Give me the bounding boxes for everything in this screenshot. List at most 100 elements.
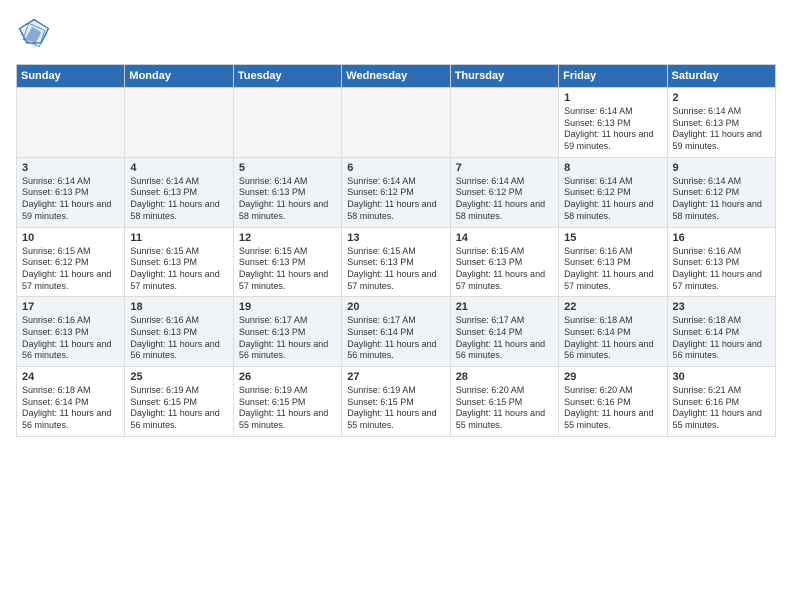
calendar-week-3: 10 Sunrise: 6:15 AM Sunset: 6:12 PM Dayli… [17,227,776,297]
day-number: 22 [564,301,661,313]
calendar-cell [233,88,341,158]
day-number: 19 [239,301,336,313]
day-info: Sunrise: 6:16 AM Sunset: 6:13 PM Dayligh… [564,246,661,293]
day-number: 4 [130,162,227,174]
day-info: Sunrise: 6:19 AM Sunset: 6:15 PM Dayligh… [130,385,227,432]
day-number: 17 [22,301,119,313]
day-info: Sunrise: 6:14 AM Sunset: 6:13 PM Dayligh… [130,176,227,223]
day-info: Sunrise: 6:18 AM Sunset: 6:14 PM Dayligh… [564,315,661,362]
calendar-cell: 4 Sunrise: 6:14 AM Sunset: 6:13 PM Daylig… [125,157,233,227]
calendar-cell: 9 Sunrise: 6:14 AM Sunset: 6:12 PM Daylig… [667,157,775,227]
calendar-cell: 6Sunrise: 6:14 AM Sunset: 6:12 PM Daylig… [342,157,450,227]
calendar-cell: 18 Sunrise: 6:16 AM Sunset: 6:13 PM Dayli… [125,297,233,367]
calendar-cell: 17Sunrise: 6:16 AM Sunset: 6:13 PM Dayli… [17,297,125,367]
day-info: Sunrise: 6:15 AM Sunset: 6:13 PM Dayligh… [456,246,553,293]
calendar-cell [342,88,450,158]
calendar-cell: 29Sunrise: 6:20 AM Sunset: 6:16 PM Dayli… [559,367,667,437]
calendar-cell: 21 Sunrise: 6:17 AM Sunset: 6:14 PM Dayli… [450,297,558,367]
calendar-week-2: 3 Sunrise: 6:14 AM Sunset: 6:13 PM Daylig… [17,157,776,227]
calendar-cell: 28 Sunrise: 6:20 AM Sunset: 6:15 PM Dayli… [450,367,558,437]
day-info: Sunrise: 6:16 AM Sunset: 6:13 PM Dayligh… [130,315,227,362]
calendar-cell: 15 Sunrise: 6:16 AM Sunset: 6:13 PM Dayli… [559,227,667,297]
day-number: 10 [22,232,119,244]
calendar-week-1: 1 Sunrise: 6:14 AM Sunset: 6:13 PM Daylig… [17,88,776,158]
day-info: Sunrise: 6:18 AM Sunset: 6:14 PM Dayligh… [673,315,770,362]
day-number: 24 [22,371,119,383]
calendar-week-4: 17 Sunrise: 6:16 AM Sunset: 6:13 PM Dayli… [17,297,776,367]
day-info: Sunrise: 6:16 AM Sunset: 6:13 PM Dayligh… [673,246,770,293]
day-info: Sunrise: 6:14 AM Sunset: 6:12 PM Dayligh… [564,176,661,223]
logo [16,16,56,52]
calendar-cell: 7 Sunrise: 6:14 AM Sunset: 6:12 PM Daylig… [450,157,558,227]
day-number: 30 [673,371,770,383]
day-number: 5 [239,162,336,174]
day-number: 9 [673,162,770,174]
weekday-header-thursday: Thursday [450,65,558,88]
calendar-cell [17,88,125,158]
day-info: Sunrise: 6:19 AM Sunset: 6:15 PM Dayligh… [347,385,444,432]
day-info: Sunrise: 6:14 AM Sunset: 6:12 PM Dayligh… [673,176,770,223]
calendar-cell: 12 Sunrise: 6:15 AM Sunset: 6:13 PM Dayli… [233,227,341,297]
calendar-cell: 23 Sunrise: 6:18 AM Sunset: 6:14 PM Dayli… [667,297,775,367]
calendar-cell: 8Sunrise: 6:14 AM Sunset: 6:12 PM Daylig… [559,157,667,227]
calendar-cell: 1 Sunrise: 6:14 AM Sunset: 6:13 PM Daylig… [559,88,667,158]
day-number: 23 [673,301,770,313]
day-number: 13 [347,232,444,244]
calendar-table: SundayMondayTuesdayWednesdayThursdayFrid… [16,64,776,437]
page-header [16,16,776,52]
calendar-cell: 11 Sunrise: 6:15 AM Sunset: 6:13 PM Dayli… [125,227,233,297]
day-info: Sunrise: 6:19 AM Sunset: 6:15 PM Dayligh… [239,385,336,432]
day-info: Sunrise: 6:14 AM Sunset: 6:12 PM Dayligh… [347,176,444,223]
calendar-cell: 5 Sunrise: 6:14 AM Sunset: 6:13 PM Daylig… [233,157,341,227]
day-info: Sunrise: 6:15 AM Sunset: 6:13 PM Dayligh… [239,246,336,293]
day-number: 7 [456,162,553,174]
calendar-cell: 2 Sunrise: 6:14 AM Sunset: 6:13 PM Daylig… [667,88,775,158]
day-number: 28 [456,371,553,383]
calendar-cell: 27 Sunrise: 6:19 AM Sunset: 6:15 PM Dayli… [342,367,450,437]
day-info: Sunrise: 6:17 AM Sunset: 6:14 PM Dayligh… [347,315,444,362]
calendar-cell: 22 Sunrise: 6:18 AM Sunset: 6:14 PM Dayli… [559,297,667,367]
day-info: Sunrise: 6:18 AM Sunset: 6:14 PM Dayligh… [22,385,119,432]
day-info: Sunrise: 6:20 AM Sunset: 6:15 PM Dayligh… [456,385,553,432]
day-number: 2 [673,92,770,104]
calendar-cell: 10 Sunrise: 6:15 AM Sunset: 6:12 PM Dayli… [17,227,125,297]
day-number: 12 [239,232,336,244]
day-info: Sunrise: 6:14 AM Sunset: 6:13 PM Dayligh… [564,106,661,153]
weekday-header-saturday: Saturday [667,65,775,88]
day-info: Sunrise: 6:15 AM Sunset: 6:12 PM Dayligh… [22,246,119,293]
weekday-header-sunday: Sunday [17,65,125,88]
day-number: 25 [130,371,227,383]
calendar-cell: 20Sunrise: 6:17 AM Sunset: 6:14 PM Dayli… [342,297,450,367]
day-number: 21 [456,301,553,313]
day-number: 11 [130,232,227,244]
day-info: Sunrise: 6:14 AM Sunset: 6:13 PM Dayligh… [673,106,770,153]
day-info: Sunrise: 6:15 AM Sunset: 6:13 PM Dayligh… [347,246,444,293]
calendar-cell: 3 Sunrise: 6:14 AM Sunset: 6:13 PM Daylig… [17,157,125,227]
day-number: 27 [347,371,444,383]
day-info: Sunrise: 6:14 AM Sunset: 6:13 PM Dayligh… [239,176,336,223]
day-info: Sunrise: 6:14 AM Sunset: 6:12 PM Dayligh… [456,176,553,223]
weekday-header-tuesday: Tuesday [233,65,341,88]
weekday-header-friday: Friday [559,65,667,88]
day-info: Sunrise: 6:17 AM Sunset: 6:14 PM Dayligh… [456,315,553,362]
calendar-cell: 14 Sunrise: 6:15 AM Sunset: 6:13 PM Dayli… [450,227,558,297]
day-number: 1 [564,92,661,104]
calendar-cell [450,88,558,158]
day-info: Sunrise: 6:15 AM Sunset: 6:13 PM Dayligh… [130,246,227,293]
logo-icon [16,16,52,52]
day-number: 16 [673,232,770,244]
day-number: 14 [456,232,553,244]
weekday-header-wednesday: Wednesday [342,65,450,88]
day-number: 18 [130,301,227,313]
day-info: Sunrise: 6:14 AM Sunset: 6:13 PM Dayligh… [22,176,119,223]
day-number: 15 [564,232,661,244]
day-number: 26 [239,371,336,383]
weekday-header-row: SundayMondayTuesdayWednesdayThursdayFrid… [17,65,776,88]
calendar-week-5: 24 Sunrise: 6:18 AM Sunset: 6:14 PM Dayli… [17,367,776,437]
calendar-cell: 19Sunrise: 6:17 AM Sunset: 6:13 PM Dayli… [233,297,341,367]
calendar-cell: 25 Sunrise: 6:19 AM Sunset: 6:15 PM Dayli… [125,367,233,437]
calendar-cell: 16 Sunrise: 6:16 AM Sunset: 6:13 PM Dayli… [667,227,775,297]
calendar-cell: 24 Sunrise: 6:18 AM Sunset: 6:14 PM Dayli… [17,367,125,437]
day-number: 3 [22,162,119,174]
day-number: 29 [564,371,661,383]
